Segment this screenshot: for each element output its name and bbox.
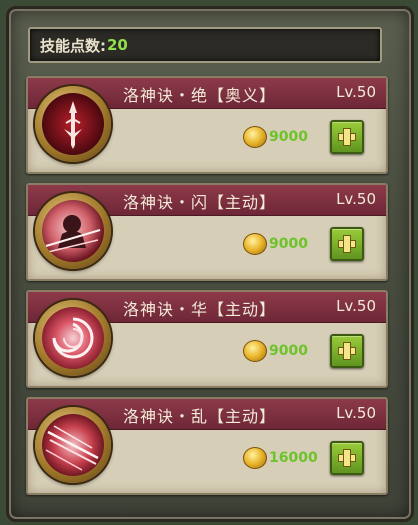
skill-icon-frame[interactable]: [35, 86, 111, 162]
skill-icon-frame[interactable]: [35, 193, 111, 269]
swirl-icon: [42, 307, 104, 369]
upgrade-plus-button[interactable]: [330, 227, 364, 261]
skill-cost: 16000: [243, 447, 318, 469]
gold-coin-icon: [243, 126, 267, 148]
upgrade-plus-button[interactable]: [330, 334, 364, 368]
skill-points-bar: 技能点数: 20: [28, 27, 382, 63]
skill-level: Lv.50: [336, 190, 376, 208]
skill-cost-value: 9000: [269, 343, 308, 359]
skill-cost: 9000: [243, 233, 308, 255]
skill-card: 洛神诀・乱【主动】 Lv.50 16000: [26, 397, 388, 495]
skill-level: Lv.50: [336, 404, 376, 422]
sword-icon: [42, 93, 104, 155]
skill-icon-frame[interactable]: [35, 300, 111, 376]
skill-card: 洛神诀・华【主动】 Lv.50 9000: [26, 290, 388, 388]
upgrade-plus-button[interactable]: [330, 120, 364, 154]
skill-cost: 9000: [243, 340, 308, 362]
upgrade-plus-button[interactable]: [330, 441, 364, 475]
skill-name: 洛神诀・华【主动】: [123, 300, 277, 319]
skill-name: 洛神诀・乱【主动】: [123, 407, 277, 426]
slash-icon: [42, 414, 104, 476]
gold-coin-icon: [243, 340, 267, 362]
skill-level: Lv.50: [336, 297, 376, 315]
skill-cost-value: 9000: [269, 236, 308, 252]
skill-points-value: 20: [107, 36, 128, 54]
skill-name: 洛神诀・闪【主动】: [123, 193, 277, 212]
skill-cost: 9000: [243, 126, 308, 148]
skill-name: 洛神诀・绝【奥义】: [123, 86, 277, 105]
skill-points-label: 技能点数:: [40, 36, 106, 55]
gold-coin-icon: [243, 233, 267, 255]
dash-figure-icon: [42, 200, 104, 262]
skill-cost-value: 16000: [269, 450, 318, 466]
skill-card: 洛神诀・闪【主动】 Lv.50 9000: [26, 183, 388, 281]
skill-level: Lv.50: [336, 83, 376, 101]
skill-card: 洛神诀・绝【奥义】 Lv.50 9000: [26, 76, 388, 174]
gold-coin-icon: [243, 447, 267, 469]
skill-icon-frame[interactable]: [35, 407, 111, 483]
skill-cost-value: 9000: [269, 129, 308, 145]
